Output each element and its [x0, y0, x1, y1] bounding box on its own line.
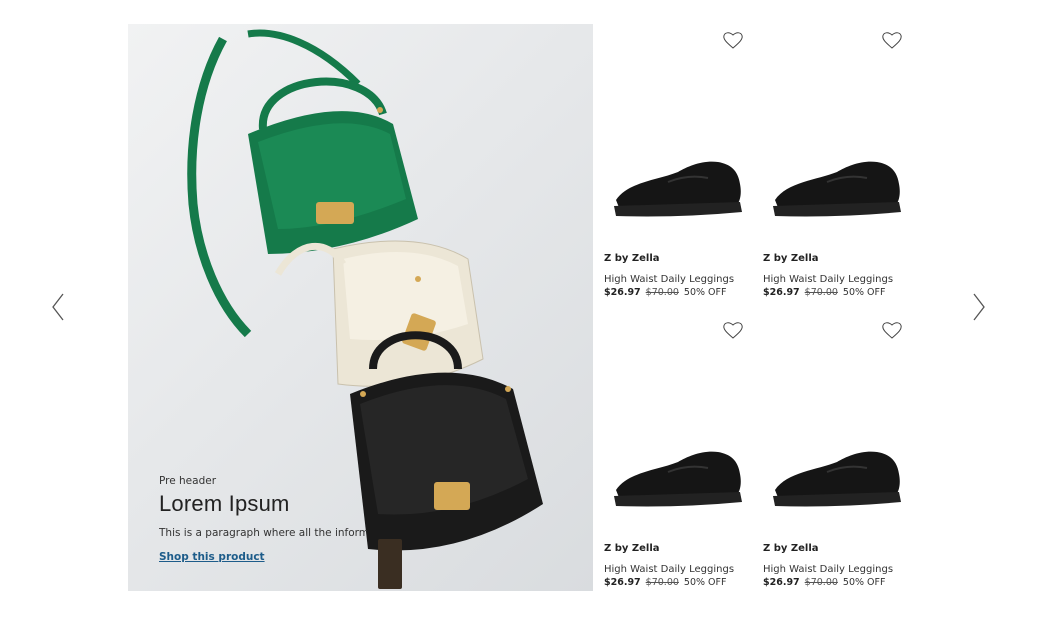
sale-price: $26.97 [763, 577, 800, 588]
original-price: $70.00 [804, 287, 838, 298]
sale-price: $26.97 [604, 577, 641, 588]
sale-price: $26.97 [604, 287, 641, 298]
wishlist-button[interactable] [881, 320, 903, 340]
heart-icon [723, 322, 743, 339]
original-price: $70.00 [645, 577, 679, 588]
chevron-right-icon [973, 293, 985, 321]
heart-icon [723, 32, 743, 49]
wishlist-button[interactable] [722, 320, 744, 340]
discount-label: 50% OFF [842, 577, 886, 588]
discount-label: 50% OFF [683, 287, 727, 298]
product-name: High Waist Daily Leggings [604, 274, 735, 285]
product-card[interactable]: Z by Zella High Waist Daily Leggings $26… [600, 24, 750, 298]
product-card[interactable]: Z by Zella High Waist Daily Leggings $26… [759, 314, 909, 588]
product-brand: Z by Zella [604, 253, 660, 264]
product-card[interactable]: Z by Zella High Waist Daily Leggings $26… [759, 24, 909, 298]
carousel-prev-button[interactable] [47, 290, 69, 324]
wishlist-button[interactable] [881, 30, 903, 50]
sneaker-image [773, 451, 901, 507]
hero-title: Lorem Ipsum [159, 491, 290, 516]
discount-label: 50% OFF [842, 287, 886, 298]
hero-pre-header: Pre header [159, 475, 217, 487]
hero-banner: Pre header Lorem Ipsum This is a paragra… [128, 24, 593, 591]
product-brand: Z by Zella [604, 543, 660, 554]
sale-price: $26.97 [763, 287, 800, 298]
product-name: High Waist Daily Leggings [604, 564, 735, 575]
sneaker-image [614, 161, 742, 217]
product-card[interactable]: Z by Zella High Waist Daily Leggings $26… [600, 314, 750, 588]
heart-icon [882, 32, 902, 49]
product-brand: Z by Zella [763, 253, 819, 264]
product-name: High Waist Daily Leggings [763, 274, 894, 285]
product-price: $26.97 $70.00 50% OFF [604, 287, 726, 298]
product-name: High Waist Daily Leggings [763, 564, 894, 575]
product-price: $26.97 $70.00 50% OFF [763, 577, 885, 588]
original-price: $70.00 [804, 577, 838, 588]
discount-label: 50% OFF [683, 577, 727, 588]
product-brand: Z by Zella [763, 543, 819, 554]
product-price: $26.97 $70.00 50% OFF [604, 577, 726, 588]
wishlist-button[interactable] [722, 30, 744, 50]
shop-product-link[interactable]: Shop this product [159, 551, 265, 563]
carousel-next-button[interactable] [968, 290, 990, 324]
original-price: $70.00 [645, 287, 679, 298]
product-price: $26.97 $70.00 50% OFF [763, 287, 885, 298]
sneaker-image [773, 161, 901, 217]
hero-paragraph: This is a paragraph where all the inform… [159, 527, 367, 539]
chevron-left-icon [52, 293, 64, 321]
sneaker-image [614, 451, 742, 507]
heart-icon [882, 322, 902, 339]
